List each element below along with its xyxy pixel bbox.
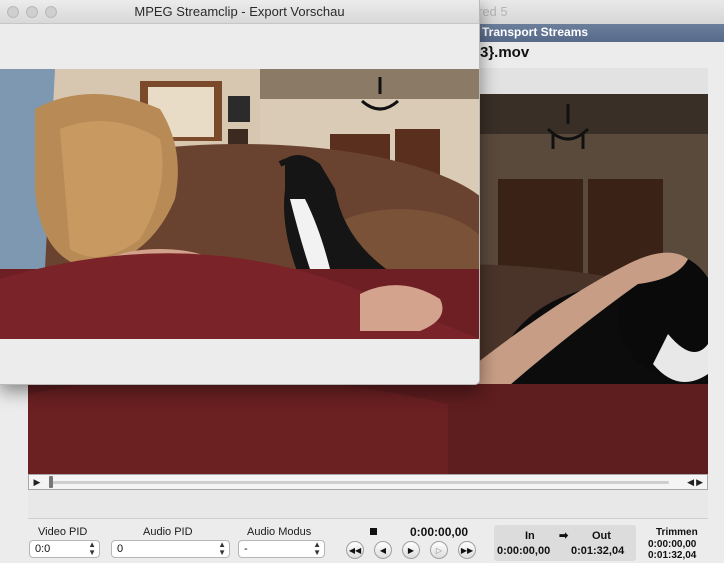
export-preview-window: MPEG Streamclip - Export Vorschau [0,0,480,385]
stop-icon[interactable] [370,528,377,535]
audio-mode-select[interactable]: - ▲ ▼ [238,540,325,558]
audio-pid-label: Audio PID [143,526,193,538]
export-window-title: MPEG Streamclip - Export Vorschau [134,4,345,19]
timeline-playhead[interactable] [49,476,53,488]
step-back-icon[interactable]: ◀ [374,541,392,559]
out-label: Out [592,530,611,542]
trim-label: Trimmen [656,527,698,538]
trim-start: 0:00:00,00 [648,539,697,550]
timeline-step-icons[interactable]: ◀▶ [687,476,705,488]
timeline-play-icon[interactable]: ▶ [31,476,43,488]
preview-scene-image [0,69,479,339]
audio-mode-value: - [244,543,248,555]
fast-forward-icon[interactable]: ▶▶ [458,541,476,559]
main-window-subtitle: Transport Streams [482,25,589,39]
chevron-updown-icon: ▲ ▼ [218,540,226,557]
video-pid-select[interactable]: 0:0 ▲ ▼ [29,540,100,558]
audio-mode-label: Audio Modus [247,526,312,538]
timeline-track[interactable] [49,481,669,484]
play-icon[interactable]: ▶ [402,541,420,559]
step-forward-icon[interactable]: ▷ [430,541,448,559]
in-time[interactable]: 0:00:00,00 [497,545,550,557]
trim-end: 0:01:32,04 [648,550,697,561]
video-pid-label: Video PID [38,526,88,538]
chevron-updown-icon: ▲ ▼ [88,540,96,557]
rewind-icon[interactable]: ◀◀ [346,541,364,559]
chevron-updown-icon: ▲ ▼ [313,540,321,557]
out-time[interactable]: 0:01:32,04 [571,545,624,557]
timeline-scrubber[interactable]: ▶ ◀▶ [28,474,708,490]
main-window-title: red 5 [478,4,508,19]
current-timecode: 0:00:00,00 [410,525,469,539]
export-preview-frame [0,69,479,339]
file-name: 3}.mov [480,44,530,61]
lower-panel [28,490,708,519]
in-label: In [525,530,535,542]
audio-pid-select[interactable]: 0 ▲ ▼ [111,540,230,558]
audio-pid-value: 0 [117,543,124,555]
video-pid-value: 0:0 [35,543,51,555]
arrow-right-icon: ➡ [559,530,569,542]
export-titlebar[interactable]: MPEG Streamclip - Export Vorschau [0,0,479,24]
